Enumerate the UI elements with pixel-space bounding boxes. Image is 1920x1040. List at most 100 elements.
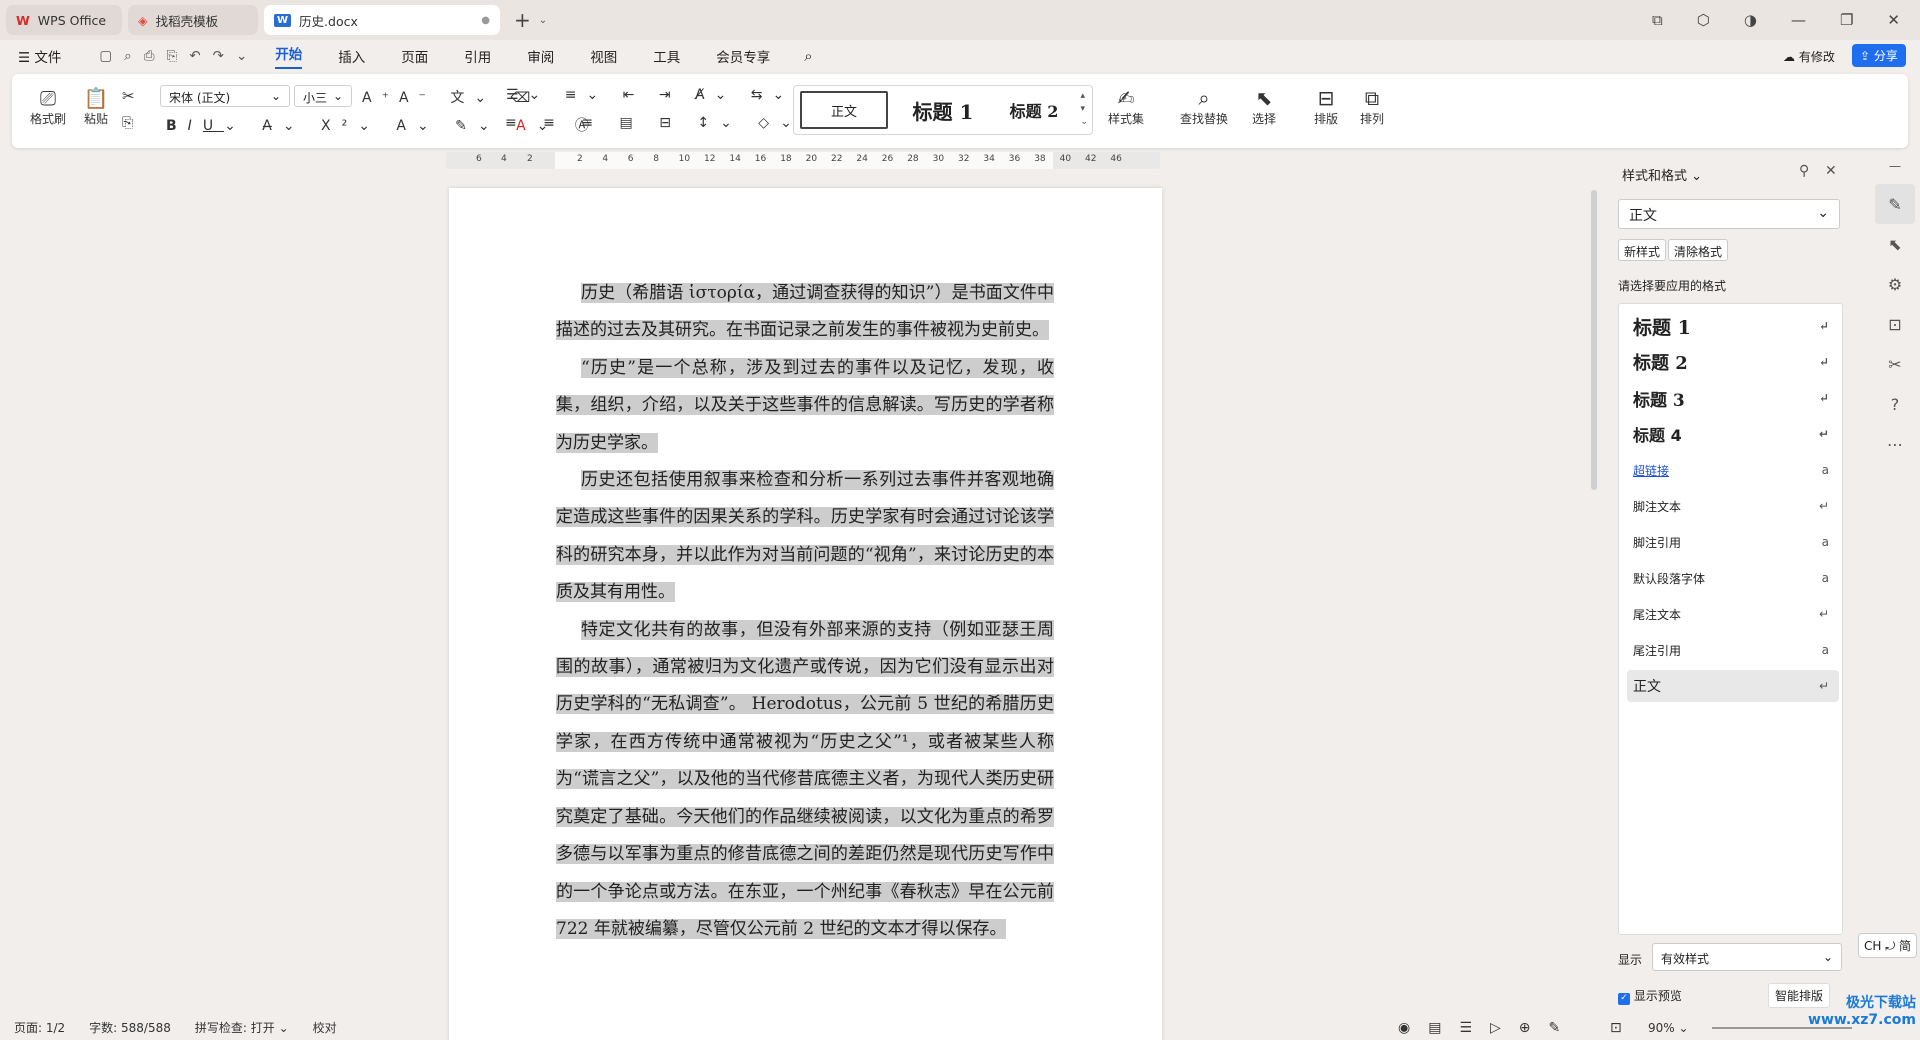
- paragraph: 特定文化共有的故事，但没有外部来源的支持（例如亚瑟王周围的故事），通常被归为文化…: [556, 612, 1054, 949]
- font-size-select[interactable]: 小三 ⌄: [294, 85, 352, 107]
- panel-title[interactable]: 样式和格式 ⌄: [1622, 165, 1702, 184]
- document-scrollbar[interactable]: [1591, 190, 1597, 490]
- paragraph: 历史（希腊语 ἱστορία，通过调查获得的知识”）是书面文件中描述的过去及其研…: [556, 275, 1054, 350]
- menu-view[interactable]: 视图: [590, 46, 617, 66]
- page-count[interactable]: 页面: 1/2: [14, 1019, 65, 1036]
- style-item-heading2[interactable]: 标题 2 ↵: [1627, 346, 1839, 378]
- menu-page[interactable]: 页面: [401, 46, 428, 66]
- ruler-tick: 10: [678, 154, 691, 164]
- find-replace-button[interactable]: ⌕ 查找替换: [1176, 86, 1232, 127]
- show-preview-label: 显示预览: [1633, 989, 1682, 1003]
- style-item-heading3[interactable]: 标题 3 ↵: [1627, 382, 1839, 414]
- tab-list-chevron-icon[interactable]: ⌄: [539, 15, 547, 26]
- paragraph-mark-icon: ↵: [1818, 607, 1829, 621]
- menu-file[interactable]: ☰ 文件: [18, 46, 61, 66]
- pin-icon[interactable]: ⚲: [1799, 163, 1809, 179]
- menu-reference[interactable]: 引用: [464, 46, 491, 66]
- style-item-hyperlink[interactable]: 超链接 a: [1627, 454, 1839, 486]
- help-icon[interactable]: ?: [1875, 384, 1915, 424]
- menu-insert[interactable]: 插入: [338, 46, 365, 66]
- style-item-default-font[interactable]: 默认段落字体 a: [1627, 562, 1839, 594]
- spell-check[interactable]: 拼写检查: 打开 ⌄: [195, 1019, 289, 1036]
- tab-layout-icon[interactable]: ⧉: [1652, 11, 1663, 29]
- menu-member[interactable]: 会员专享: [716, 46, 770, 66]
- style-item-endnote-ref[interactable]: 尾注引用 a: [1627, 634, 1839, 666]
- menu-review[interactable]: 审阅: [527, 46, 554, 66]
- style-item-endnote-text[interactable]: 尾注文本 ↵: [1627, 598, 1839, 630]
- close-panel-icon[interactable]: ✕: [1825, 163, 1837, 179]
- more-icon[interactable]: ⋯: [1875, 424, 1915, 464]
- style-heading2-sample[interactable]: 标题 2: [994, 91, 1074, 129]
- cut-icon[interactable]: ✂: [122, 87, 135, 105]
- tab-document[interactable]: W 历史.docx ●: [264, 5, 500, 35]
- select-button[interactable]: ⬉ 选择: [1244, 86, 1284, 127]
- minimize-icon[interactable]: —: [1791, 11, 1806, 29]
- style-hint: 请选择要应用的格式: [1618, 279, 1727, 293]
- style-item-footnote-ref[interactable]: 脚注引用 a: [1627, 526, 1839, 558]
- style-item-heading4[interactable]: 标题 4 ↵: [1627, 418, 1839, 450]
- watermark-logo: 极光下载站 www.xz7.com: [1808, 995, 1916, 1028]
- style-heading1-sample[interactable]: 标题 1: [898, 91, 988, 129]
- show-filter-select[interactable]: 有效样式 ⌄: [1652, 943, 1842, 971]
- cube-icon[interactable]: ⬡: [1697, 11, 1710, 29]
- style-item-normal[interactable]: 正文 ↵: [1627, 670, 1839, 702]
- unsaved-dot-icon[interactable]: ●: [481, 15, 490, 26]
- tab-daoke[interactable]: ◈ 找稻壳模板: [128, 5, 258, 35]
- ime-indicator[interactable]: CH ⤾ 简: [1858, 933, 1918, 958]
- layout-button[interactable]: ⊟ 排版: [1306, 86, 1346, 127]
- ruler-tick: 22: [831, 154, 843, 164]
- tab-wps-office[interactable]: W WPS Office: [6, 5, 122, 35]
- tab-label: WPS Office: [37, 12, 107, 28]
- style-set-button[interactable]: ✍ 样式集: [1104, 86, 1148, 127]
- close-window-icon[interactable]: ✕: [1887, 11, 1900, 29]
- fit-icon[interactable]: ⊡: [1610, 1020, 1622, 1036]
- gallery-scroll-icon[interactable]: ▴ ▾ ⌄: [1080, 90, 1088, 129]
- select-pointer-icon[interactable]: ⬉: [1875, 224, 1915, 264]
- style-set-label: 样式集: [1107, 112, 1144, 126]
- view-mode-icons[interactable]: ◉▤☰▷⊕✎: [1398, 1020, 1578, 1036]
- char-style-icon: a: [1821, 643, 1829, 657]
- paragraph-mark-icon: ↵: [1818, 679, 1829, 693]
- style-item-footnote-text[interactable]: 脚注文本 ↵: [1627, 490, 1839, 522]
- paragraph-text: 历史（希腊语 ἱστορία，通过调查获得的知识”）是书面文件中描述的过去及其研…: [556, 283, 1054, 341]
- show-preview-checkbox[interactable]: ✓ 显示预览: [1618, 987, 1682, 1005]
- paragraph-text: 特定文化共有的故事，但没有外部来源的支持（例如亚瑟王周围的故事），通常被归为文化…: [556, 619, 1054, 939]
- adjust-icon[interactable]: ⚙: [1875, 264, 1915, 304]
- zoom-level[interactable]: 90% ⌄: [1648, 1021, 1689, 1035]
- collapse-icon[interactable]: —: [1875, 158, 1915, 174]
- copy-icon[interactable]: ⎘: [122, 115, 133, 131]
- clear-format-button[interactable]: 清除格式: [1668, 239, 1729, 261]
- style-pen-icon[interactable]: ✎: [1875, 184, 1915, 224]
- search-icon[interactable]: ⌕: [804, 47, 812, 65]
- restore-icon[interactable]: ❐: [1840, 11, 1853, 29]
- ruler-tick: 26: [881, 154, 894, 164]
- ruler-tick: 2: [577, 154, 583, 164]
- style-normal-sample[interactable]: 正文: [800, 91, 888, 129]
- arrange-button[interactable]: ⧉ 排列: [1352, 86, 1392, 127]
- new-style-button[interactable]: 新样式: [1618, 239, 1667, 261]
- menu-tools[interactable]: 工具: [653, 46, 680, 66]
- tools-icon[interactable]: ✂: [1875, 344, 1915, 384]
- select-label: 选择: [1251, 112, 1276, 126]
- current-style-select[interactable]: 正文 ⌄: [1618, 199, 1840, 229]
- proofread[interactable]: 校对: [313, 1019, 337, 1036]
- style-item-label: 脚注文本: [1633, 499, 1682, 514]
- image-edit-icon[interactable]: ⊡: [1875, 304, 1915, 344]
- ruler-tick: 14: [729, 154, 741, 164]
- document-body[interactable]: 历史（希腊语 ἱστορία，通过调查获得的知识”）是书面文件中描述的过去及其研…: [556, 275, 1054, 948]
- ruler-tick: 38: [1034, 154, 1046, 164]
- style-item-heading1[interactable]: 标题 1 ↵: [1627, 310, 1839, 342]
- font-family-select[interactable]: 宋体 (正文) ⌄: [160, 85, 290, 107]
- avatar[interactable]: ◑: [1744, 11, 1757, 29]
- style-item-label: 正文: [1633, 679, 1661, 695]
- word-count[interactable]: 字数: 588/588: [89, 1019, 171, 1036]
- quick-access-icons[interactable]: ▢⌕⎙⎘↶↷⌄: [99, 48, 259, 64]
- format-painter-button[interactable]: ⎚ 格式刷: [28, 86, 68, 127]
- new-tab-icon[interactable]: +: [514, 8, 531, 32]
- share-button[interactable]: ⇪ 分享: [1852, 44, 1906, 67]
- modified-status[interactable]: ☁ 有修改: [1783, 48, 1835, 65]
- menu-home[interactable]: 开始: [275, 43, 303, 69]
- ruler-tick: 30: [932, 154, 945, 164]
- paste-button[interactable]: 📋 粘贴: [76, 86, 116, 127]
- paragraph-mark-icon: ↵: [1818, 319, 1829, 333]
